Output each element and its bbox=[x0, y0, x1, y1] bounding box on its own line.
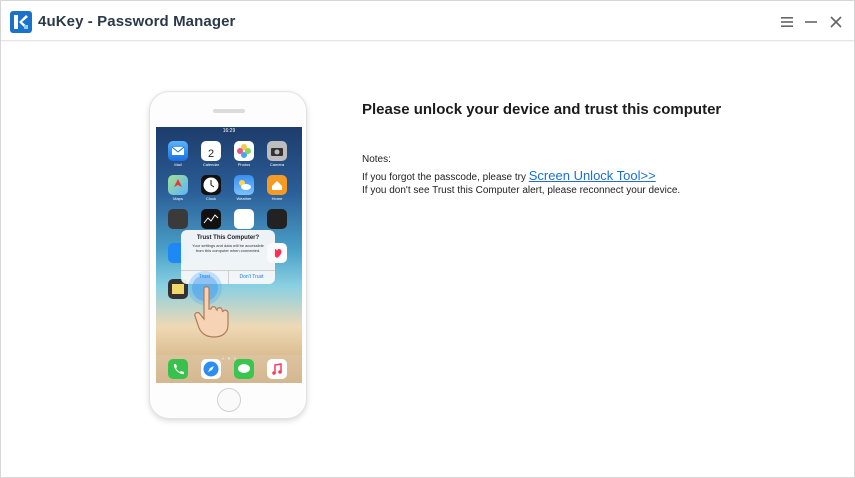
phone-status-time: 16:29 bbox=[222, 128, 236, 134]
trust-dialog-title: Trust This Computer? bbox=[196, 235, 260, 241]
calendar-app-label: Calendar bbox=[202, 162, 220, 167]
window-title: 4uKey - Password Manager bbox=[38, 13, 236, 30]
notes-label: Notes: bbox=[362, 154, 391, 165]
home-app-label: Home bbox=[271, 196, 283, 201]
page-title: Please unlock your device and trust this… bbox=[362, 101, 722, 118]
photos-app-label: Photos bbox=[237, 162, 251, 167]
stocks-app-icon bbox=[201, 209, 221, 229]
calendar-app-icon: 2 bbox=[201, 141, 221, 161]
dont-trust-button[interactable]: Don't Trust bbox=[228, 274, 275, 280]
trust-dialog-message: Your settings and data will be accessibl… bbox=[192, 243, 264, 253]
phone-screen: 16:29 Mail 2 Calendar Photos Camera Maps… bbox=[156, 127, 302, 383]
menu-icon[interactable] bbox=[776, 11, 798, 33]
app-logo-icon bbox=[10, 11, 32, 33]
wallet-app-icon bbox=[168, 209, 188, 229]
photos-app-icon bbox=[234, 141, 254, 161]
calendar-day-number: 2 bbox=[208, 148, 214, 160]
app-window: 4uKey - Password Manager 16:29 Mail 2 Ca… bbox=[0, 0, 855, 478]
clock-app-label: Clock bbox=[205, 196, 216, 201]
messages-app-icon bbox=[234, 359, 254, 379]
camera-app-label: Camera bbox=[269, 162, 285, 167]
phone-app-icon bbox=[168, 359, 188, 379]
screen-unlock-tool-link[interactable]: Screen Unlock Tool>> bbox=[529, 168, 656, 183]
note-reconnect-device: If you don't see Trust this Computer ale… bbox=[362, 185, 681, 196]
note-forgot-passcode: If you forgot the passcode, please try S… bbox=[362, 168, 656, 183]
phone-home-button bbox=[217, 388, 241, 412]
close-icon[interactable] bbox=[825, 11, 847, 33]
mail-app-icon bbox=[168, 141, 188, 161]
music-app-icon bbox=[267, 359, 287, 379]
minimize-icon[interactable] bbox=[800, 11, 822, 33]
home-app-icon bbox=[267, 175, 287, 195]
videos-app-icon bbox=[267, 209, 287, 229]
main-content: 16:29 Mail 2 Calendar Photos Camera Maps… bbox=[1, 42, 854, 477]
page-indicator bbox=[220, 347, 238, 360]
phone-dock bbox=[156, 355, 302, 383]
title-bar: 4uKey - Password Manager bbox=[1, 1, 854, 41]
trust-dialog: Trust This Computer? Your settings and d… bbox=[181, 230, 275, 284]
weather-app-label: Weather bbox=[236, 196, 252, 201]
weather-app-icon bbox=[234, 175, 254, 195]
note-forgot-passcode-text: If you forgot the passcode, please try bbox=[362, 172, 529, 183]
pointing-hand-icon bbox=[192, 285, 230, 339]
safari-app-icon bbox=[201, 359, 221, 379]
maps-app-label: Maps bbox=[173, 196, 183, 201]
maps-app-icon bbox=[168, 175, 188, 195]
mail-app-label: Mail bbox=[174, 162, 182, 167]
reminders-app-icon bbox=[234, 209, 254, 229]
clock-app-icon bbox=[201, 175, 221, 195]
phone-speaker bbox=[213, 109, 245, 113]
iphone-illustration: 16:29 Mail 2 Calendar Photos Camera Maps… bbox=[149, 91, 307, 419]
camera-app-icon bbox=[267, 141, 287, 161]
